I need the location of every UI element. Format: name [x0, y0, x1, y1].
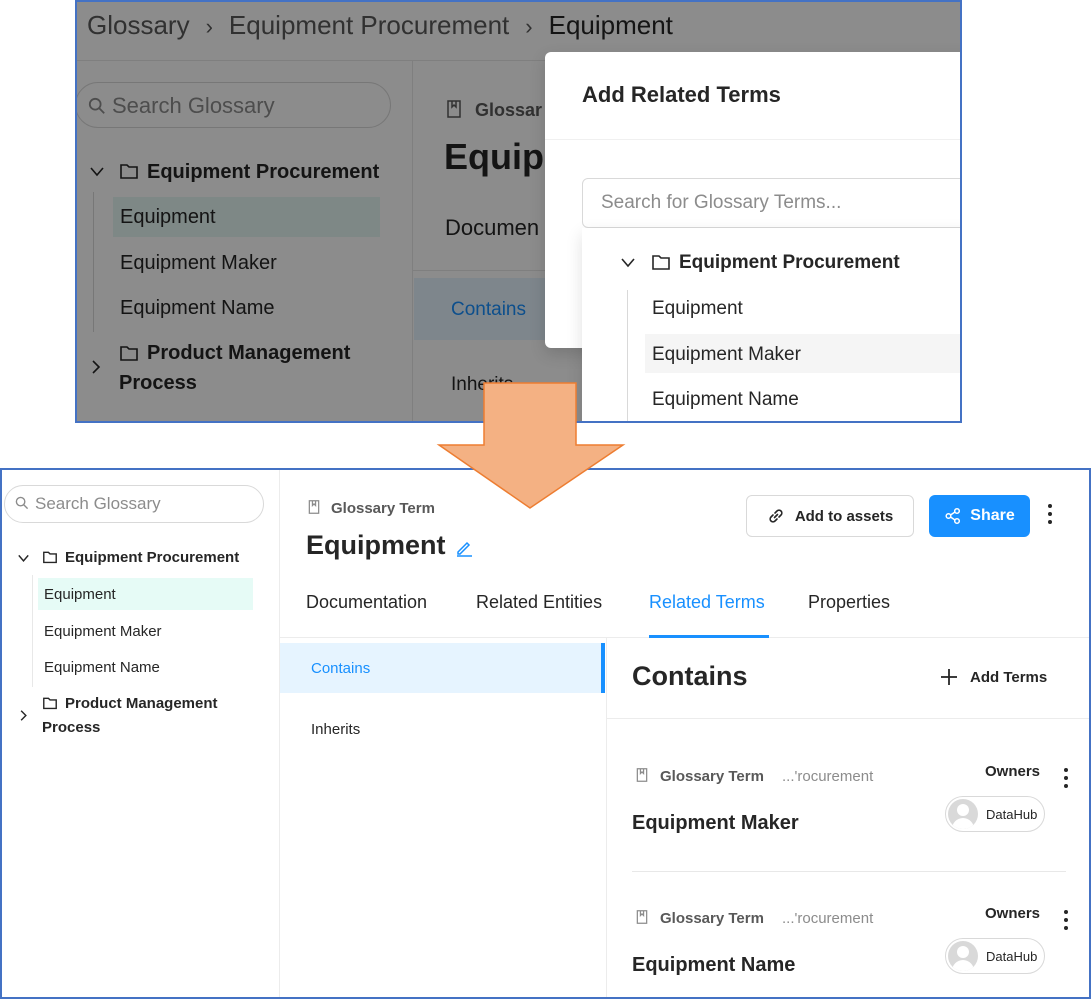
entity-type-label: Glossary Term: [660, 910, 764, 927]
tab-related-entities[interactable]: Related Entities: [476, 592, 602, 613]
edit-icon[interactable]: [455, 539, 473, 557]
share-button[interactable]: Share: [929, 495, 1030, 537]
chevron-down-icon[interactable]: [620, 256, 636, 270]
card-divider: [632, 871, 1066, 872]
add-terms-button[interactable]: Add Terms: [940, 668, 1047, 686]
entity-type-label: Glossary Term: [331, 500, 435, 517]
entity-type-label: Glossary Term: [660, 768, 764, 785]
tab-documentation[interactable]: Documentation: [306, 592, 427, 613]
modal-divider: [545, 139, 960, 140]
search-input[interactable]: Search Glossary: [4, 485, 264, 523]
add-terms-label: Add Terms: [970, 668, 1048, 686]
down-arrow: [436, 382, 626, 509]
folder-icon: [43, 551, 57, 564]
modal-title: Add Related Terms: [582, 82, 781, 107]
chevron-down-icon[interactable]: [17, 553, 30, 564]
top-screenshot-panel: Glossary › Equipment Procurement › Equipment…: [75, 0, 962, 423]
tree-guide-line: [32, 575, 33, 687]
sub-nav-active-indicator: [601, 643, 605, 693]
entity-path: ...'rocurement: [782, 768, 874, 785]
tree-group-product-management[interactable]: Product Management: [65, 695, 218, 712]
search-icon: [15, 496, 29, 510]
more-icon[interactable]: [1047, 504, 1053, 528]
tree-group-product-management-cont[interactable]: Process: [42, 719, 100, 736]
sub-nav-inherits[interactable]: Inherits: [311, 721, 360, 738]
add-to-assets-button[interactable]: Add to assets: [746, 495, 914, 537]
tab-related-terms[interactable]: Related Terms: [649, 592, 765, 613]
tab-properties[interactable]: Properties: [808, 592, 890, 613]
search-placeholder: Search Glossary: [35, 494, 161, 513]
plus-icon: [941, 669, 957, 685]
share-label: Share: [970, 507, 1015, 524]
tree-item-equipment[interactable]: Equipment: [44, 586, 116, 603]
book-icon: [308, 500, 320, 514]
owners-label: Owners: [985, 763, 1041, 780]
tree-guide-line: [627, 290, 628, 421]
owner-name: DataHub: [986, 948, 1038, 964]
avatar: [948, 799, 978, 829]
book-icon: [636, 768, 648, 782]
tree-group-equipment-procurement[interactable]: Equipment Procurement: [65, 549, 239, 566]
more-icon[interactable]: [1063, 910, 1069, 934]
dropdown-item-equipment-name[interactable]: Equipment Name: [652, 389, 799, 411]
folder-icon: [43, 697, 57, 710]
entity-name[interactable]: Equipment Maker: [632, 812, 799, 835]
owner-tag[interactable]: DataHub: [945, 796, 1045, 832]
chevron-right-icon[interactable]: [18, 709, 29, 722]
entity-name[interactable]: Equipment Name: [632, 954, 795, 977]
book-icon: [636, 910, 648, 924]
sub-nav-contains[interactable]: Contains: [311, 660, 370, 677]
bottom-screenshot-panel: Search Glossary Equipment Procurement Eq…: [0, 468, 1091, 999]
dropdown-item-equipment[interactable]: Equipment: [652, 298, 743, 320]
entity-path: ...'rocurement: [782, 910, 874, 927]
more-icon[interactable]: [1063, 768, 1069, 792]
sub-nav-divider: [606, 638, 607, 997]
owner-tag[interactable]: DataHub: [945, 938, 1045, 974]
page-title: Equipment: [306, 530, 446, 560]
tree-item-equipment-maker[interactable]: Equipment Maker: [44, 623, 162, 640]
active-tab-indicator: [649, 635, 769, 638]
dropdown-item-equipment-maker[interactable]: Equipment Maker: [652, 344, 801, 366]
tree-item-equipment-name[interactable]: Equipment Name: [44, 659, 160, 676]
section-title: Contains: [632, 661, 748, 691]
folder-icon: [652, 255, 670, 270]
glossary-term-search-input[interactable]: Search for Glossary Terms...: [582, 178, 960, 228]
dropdown-group-equipment-procurement[interactable]: Equipment Procurement: [679, 252, 900, 274]
share-icon: [945, 507, 961, 525]
add-to-assets-label: Add to assets: [794, 507, 894, 525]
section-divider: [607, 718, 1089, 719]
sidebar-divider: [279, 470, 280, 997]
owners-label: Owners: [985, 905, 1041, 922]
link-icon: [769, 509, 783, 523]
owner-name: DataHub: [986, 806, 1038, 822]
avatar: [948, 941, 978, 971]
